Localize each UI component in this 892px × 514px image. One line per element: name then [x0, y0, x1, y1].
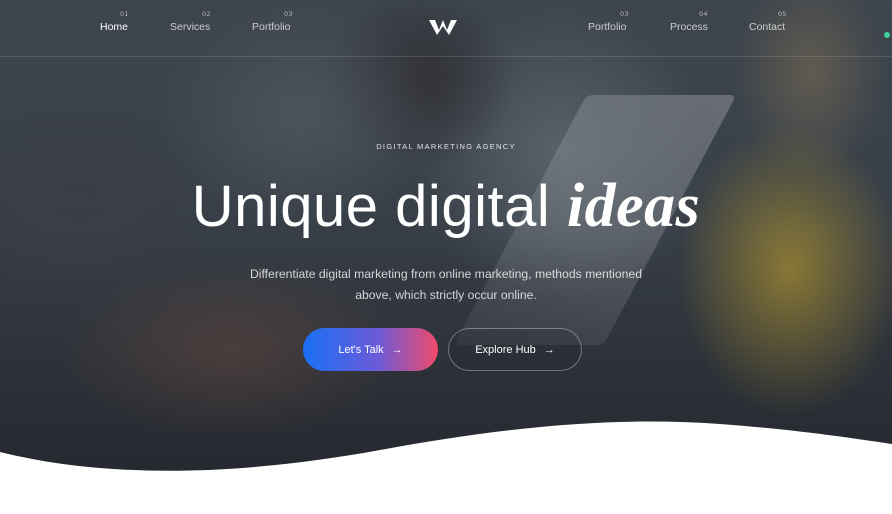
- lets-talk-label: Let's Talk: [338, 343, 384, 356]
- lets-talk-button[interactable]: Let's Talk →: [303, 328, 438, 371]
- nav-divider: [0, 56, 892, 57]
- headline-plain-text: Unique digital: [191, 174, 567, 239]
- explore-hub-label: Explore Hub: [475, 343, 536, 356]
- arrow-right-icon: →: [391, 343, 403, 356]
- hero-section: 01 Home 02 Services 03 Portfolio 03 Port…: [0, 0, 892, 514]
- nav-item-label: Services: [170, 21, 211, 33]
- nav-item-number: 03: [284, 10, 293, 18]
- explore-hub-button[interactable]: Explore Hub →: [448, 328, 582, 371]
- hero-subtitle: Differentiate digital marketing from onl…: [249, 267, 642, 302]
- nav-item-label: Home: [100, 21, 129, 33]
- side-indicator-dot: [884, 32, 890, 38]
- nav-item-number: 01: [120, 10, 129, 18]
- nav-item-number: 04: [699, 10, 708, 18]
- hero-headline: Unique digital ideas: [0, 170, 892, 243]
- arrow-right-icon: →: [543, 343, 555, 356]
- nav-item-label: Process: [670, 21, 708, 33]
- headline-emphasis-text: ideas: [566, 172, 701, 240]
- nav-item-number: 02: [202, 10, 211, 18]
- nav-item-label: Contact: [749, 21, 786, 33]
- hero-tagline: DIGITAL MARKETING AGENCY: [376, 142, 516, 151]
- nav-item-label: Portfolio: [588, 21, 627, 33]
- nav-item-label: Portfolio: [252, 21, 291, 33]
- main-navigation: 01 Home 02 Services 03 Portfolio 03 Port…: [0, 0, 892, 58]
- wave-divider: [0, 421, 892, 514]
- w-logo-icon[interactable]: [428, 18, 458, 36]
- nav-item-number: 03: [620, 10, 629, 18]
- nav-item-number: 05: [778, 10, 787, 18]
